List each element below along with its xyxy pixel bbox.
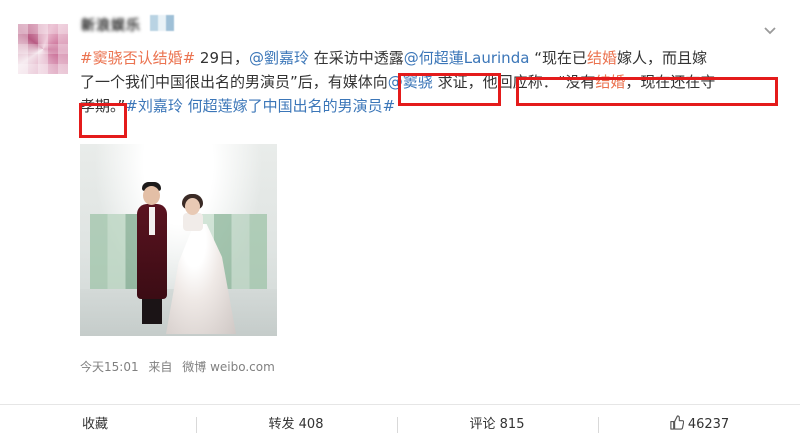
user-name[interactable]: 新浪娱乐 <box>81 15 151 37</box>
mention-link[interactable]: @窦骁 <box>388 73 433 91</box>
photo-groom-head <box>143 186 160 205</box>
collect-label: 收藏 <box>81 417 108 432</box>
user-avatar[interactable] <box>18 24 68 74</box>
thumbs-up-icon <box>670 415 684 430</box>
like-button[interactable]: 46237 <box>598 405 800 445</box>
post-text-segment: 求证，他回应称：“没有 <box>432 73 596 91</box>
comment-label: 评论 815 <box>469 417 525 432</box>
action-bar: 收藏 转发 408 评论 815 46237 <box>0 404 800 445</box>
post-text-segment: ，现在还在守 <box>625 73 716 91</box>
post-text-segment: 29日， <box>195 49 249 67</box>
repost-label: 转发 408 <box>268 417 324 432</box>
post-text-segment: 孝期。” <box>80 97 126 115</box>
post-source[interactable]: 微博 weibo.com <box>182 360 275 374</box>
post-from-label: 来自 <box>148 360 173 374</box>
chevron-down-icon[interactable] <box>763 26 777 36</box>
keyword-highlight: 结婚 <box>595 73 626 91</box>
post-line-3: 孝期。”#刘嘉玲 何超莲嫁了中国出名的男演员# <box>80 94 780 118</box>
post-text-segment: 了一个我们中国很出名的男演员”后，有媒体向 <box>80 73 388 91</box>
photo-groom-shirt <box>149 207 155 235</box>
repost-button[interactable]: 转发 408 <box>196 405 396 445</box>
keyword-highlight: 结婚 <box>586 49 617 67</box>
comment-button[interactable]: 评论 815 <box>397 405 597 445</box>
hashtag-link[interactable]: #刘嘉玲 何超莲嫁了中国出名的男演员# <box>125 97 395 115</box>
post-line-1: #窦骁否认结婚# 29日，@劉嘉玲 在采访中透露@何超蓮Laurinda “现在… <box>80 46 780 70</box>
post-text-segment: “现在已 <box>529 49 587 67</box>
post-text: #窦骁否认结婚# 29日，@劉嘉玲 在采访中透露@何超蓮Laurinda “现在… <box>80 46 780 118</box>
post-photo[interactable] <box>80 144 277 336</box>
mention-link[interactable]: @何超蓮Laurinda <box>404 49 530 67</box>
post-text-segment: 在采访中透露 <box>309 49 404 67</box>
mention-link[interactable]: @劉嘉玲 <box>249 49 309 67</box>
post-text-segment: 嫁人，而且嫁 <box>616 49 707 67</box>
post-line-2: 了一个我们中国很出名的男演员”后，有媒体向@窦骁 求证，他回应称：“没有结婚，现… <box>80 70 780 94</box>
post-meta: 今天15:01 来自 微博 weibo.com <box>80 358 281 375</box>
photo-bride-head <box>185 198 200 215</box>
photo-bride-bodice <box>183 213 203 231</box>
username-verified-mosaic <box>150 15 174 31</box>
post-time[interactable]: 今天15:01 <box>80 360 139 374</box>
like-count: 46237 <box>687 417 730 432</box>
hashtag-link[interactable]: #窦骁否认结婚# <box>80 49 195 67</box>
collect-button[interactable]: 收藏 <box>0 405 190 445</box>
